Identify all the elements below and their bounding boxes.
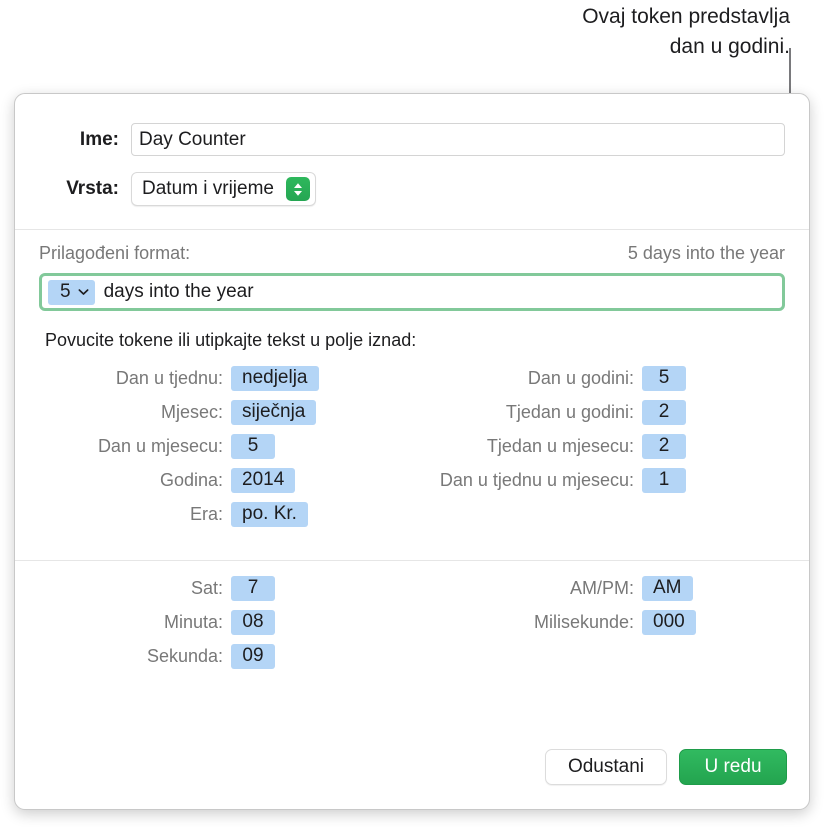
type-popup-value: Datum i vrijeme — [142, 178, 274, 200]
date-token-token[interactable]: 1 — [642, 468, 686, 493]
date-token-row: Dan u tjednu: nedjelja — [15, 361, 371, 395]
date-token-label: Tjedan u godini: — [381, 402, 634, 423]
date-token-label: Dan u tjednu u mjesecu: — [381, 470, 634, 491]
dialog-footer: Odustani U redu — [545, 749, 787, 785]
time-token-label: Milisekunde: — [381, 612, 634, 633]
time-token-token[interactable]: 09 — [231, 644, 275, 669]
date-token-column-left: Dan u tjednu: nedjelja Mjesec: siječnja Dan … — [15, 361, 371, 531]
format-token-day-of-year[interactable]: 5 — [48, 280, 95, 305]
ok-button[interactable]: U redu — [679, 749, 787, 785]
date-token-section: Dan u tjednu: nedjelja Mjesec: siječnja Dan … — [15, 351, 809, 538]
date-token-token[interactable]: po. Kr. — [231, 502, 308, 527]
time-token-row: Sat: 7 — [15, 571, 311, 605]
time-token-token[interactable]: 08 — [231, 610, 275, 635]
format-plain-text[interactable]: days into the year — [104, 281, 254, 303]
time-token-label: Sekunda: — [15, 646, 223, 667]
time-token-label: AM/PM: — [381, 578, 634, 599]
time-token-row: Sekunda: 09 — [15, 639, 311, 673]
date-token-label: Era: — [15, 504, 223, 525]
time-token-token[interactable]: AM — [642, 576, 693, 601]
callout-text: Ovaj token predstavlja dan u godini. — [420, 2, 790, 62]
custom-format-label: Prilagođeni format: — [39, 243, 190, 264]
date-token-token[interactable]: 2014 — [231, 468, 295, 493]
date-token-row: Dan u tjednu u mjesecu: 1 — [381, 463, 711, 497]
date-token-token[interactable]: nedjelja — [231, 366, 319, 391]
custom-format-field[interactable]: 5 days into the year — [39, 273, 785, 311]
name-label: Ime: — [39, 129, 119, 151]
date-token-token[interactable]: 5 — [231, 434, 275, 459]
date-token-label: Tjedan u mjesecu: — [381, 436, 634, 457]
date-token-row: Dan u godini: 5 — [381, 361, 711, 395]
time-token-label: Minuta: — [15, 612, 223, 633]
custom-format-dialog: Ime: Vrsta: Datum i vrijeme Prilagođeni … — [14, 93, 810, 810]
time-token-column-right: AM/PM: AM Milisekunde: 000 — [381, 571, 711, 639]
date-token-row: Mjesec: siječnja — [15, 395, 371, 429]
date-token-row: Dan u mjesecu: 5 — [15, 429, 371, 463]
time-token-row: Milisekunde: 000 — [381, 605, 711, 639]
date-token-token[interactable]: 2 — [642, 434, 686, 459]
date-token-row: Tjedan u mjesecu: 2 — [381, 429, 711, 463]
time-token-token[interactable]: 000 — [642, 610, 696, 635]
custom-format-content[interactable]: 5 days into the year — [48, 276, 776, 308]
date-token-token[interactable]: siječnja — [231, 400, 316, 425]
name-input[interactable] — [131, 123, 785, 156]
drag-tokens-hint: Povucite tokene ili utipkajte tekst u po… — [15, 311, 809, 351]
cancel-button[interactable]: Odustani — [545, 749, 667, 785]
date-token-label: Dan u godini: — [381, 368, 634, 389]
type-row: Vrsta: Datum i vrijeme — [15, 172, 809, 206]
date-token-token[interactable]: 2 — [642, 400, 686, 425]
time-token-label: Sat: — [15, 578, 223, 599]
date-token-column-right: Dan u godini:5Tjedan u godini:2Tjedan u … — [381, 361, 711, 497]
date-token-label: Godina: — [15, 470, 223, 491]
time-token-column-left: Sat: 7 Minuta: 08 Sekunda: 09 — [15, 571, 311, 673]
chevron-up-down-icon — [286, 177, 310, 201]
custom-format-preview: 5 days into the year — [628, 243, 785, 264]
date-token-row: Tjedan u godini: 2 — [381, 395, 711, 429]
type-popup-button[interactable]: Datum i vrijeme — [131, 172, 316, 206]
time-token-section: Sat: 7 Minuta: 08 Sekunda: 09 AM/PM: AM Milisek… — [15, 561, 809, 689]
format-token-label: 5 — [60, 281, 71, 303]
date-token-row: Godina: 2014 — [15, 463, 371, 497]
date-token-token[interactable]: 5 — [642, 366, 686, 391]
chevron-down-icon[interactable] — [78, 288, 89, 296]
date-token-label: Dan u tjednu: — [15, 368, 223, 389]
time-token-row: Minuta: 08 — [15, 605, 311, 639]
date-token-row: Era: po. Kr. — [15, 497, 371, 531]
custom-format-header: Prilagođeni format: 5 days into the year — [15, 230, 809, 264]
time-token-row: AM/PM: AM — [381, 571, 711, 605]
date-token-label: Dan u mjesecu: — [15, 436, 223, 457]
type-label: Vrsta: — [39, 178, 119, 200]
name-row: Ime: — [15, 123, 809, 156]
date-token-label: Mjesec: — [15, 402, 223, 423]
time-token-token[interactable]: 7 — [231, 576, 275, 601]
